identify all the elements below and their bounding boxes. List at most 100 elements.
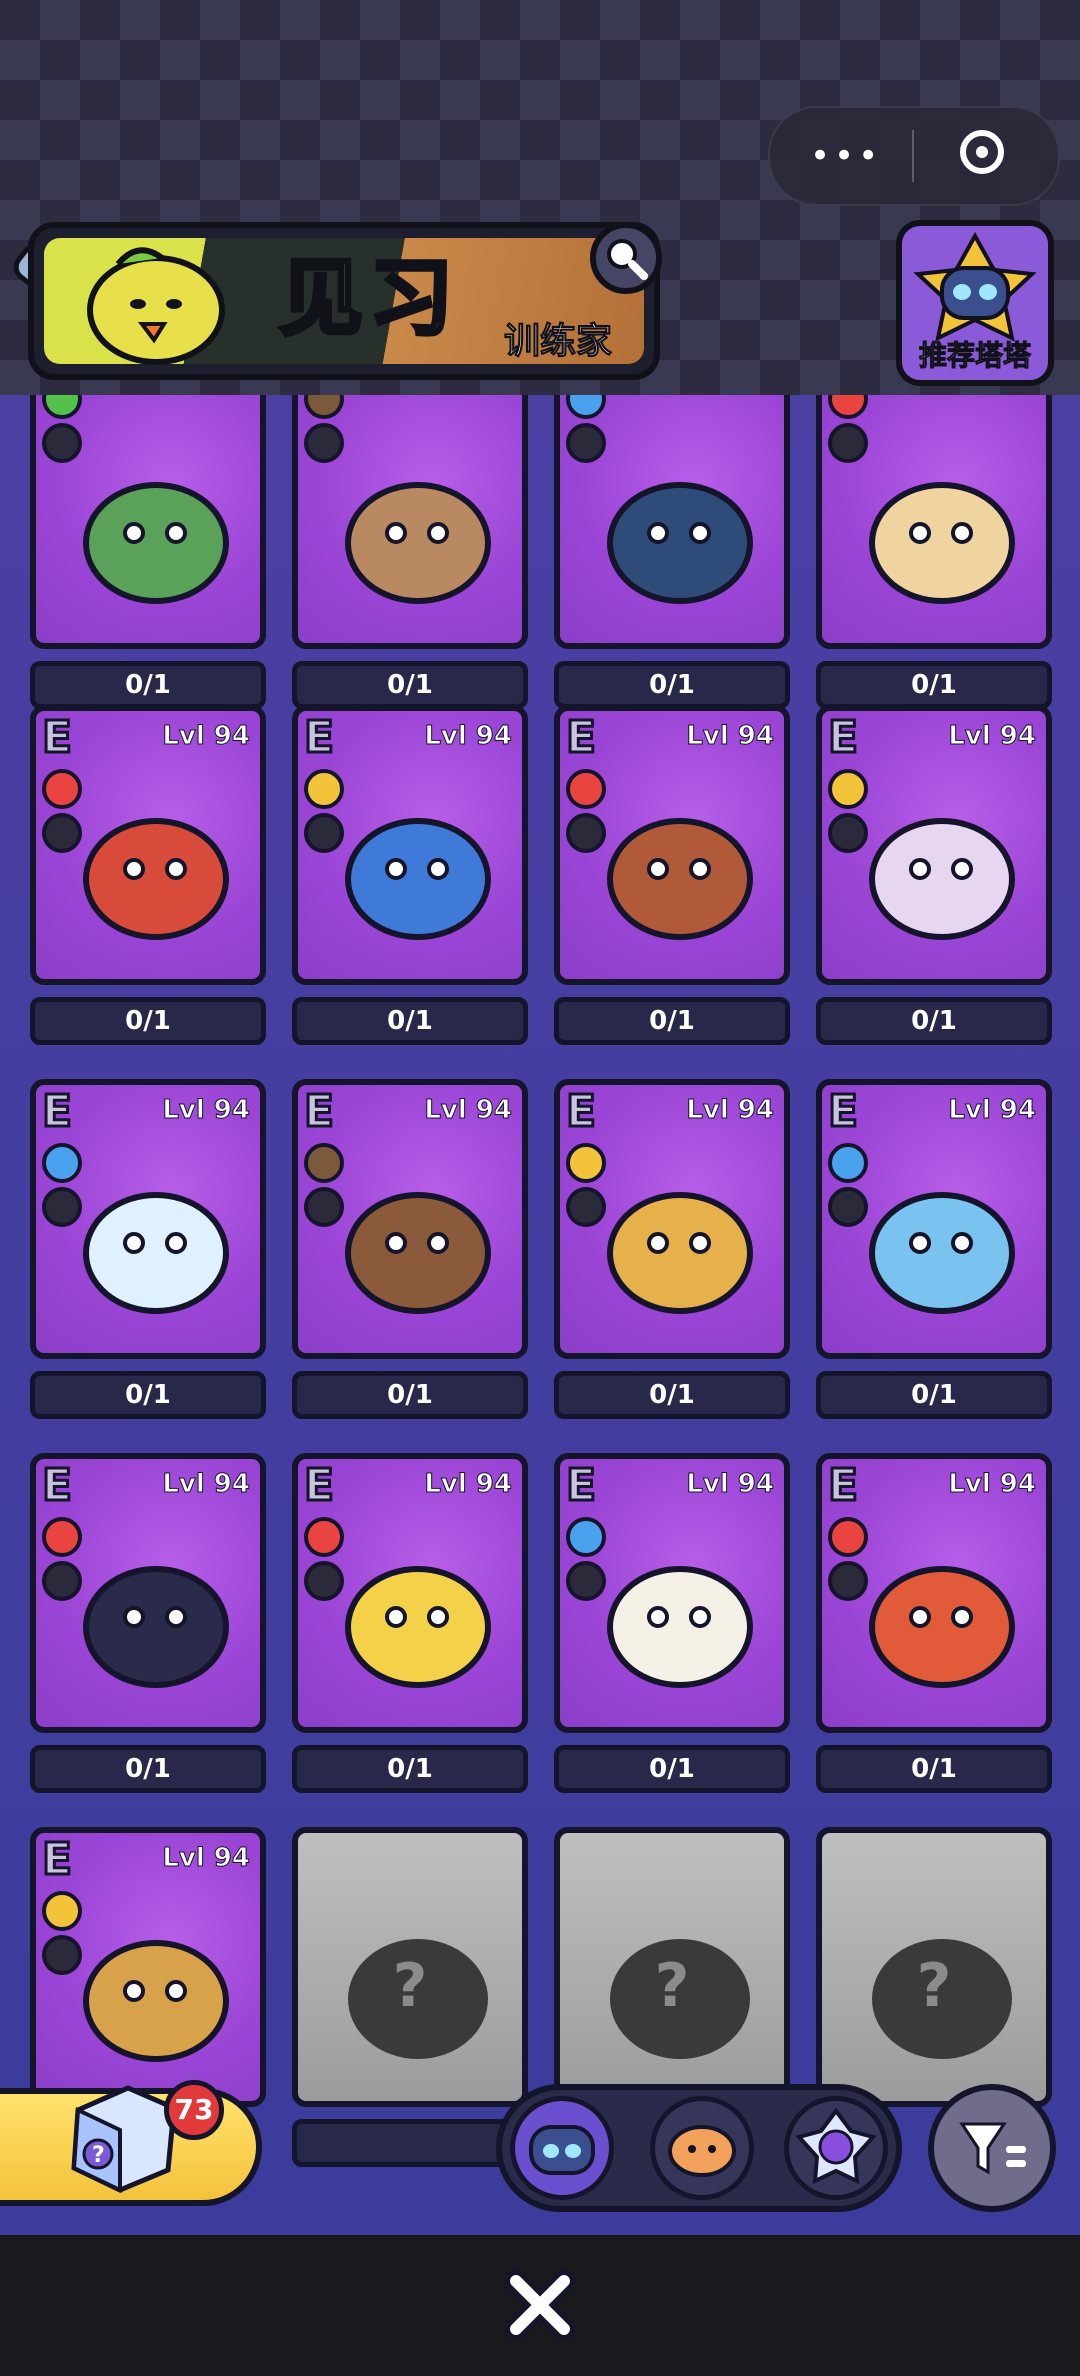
recommend-label: 推荐塔塔 — [918, 339, 1031, 373]
level-label: Lvl 94 — [424, 1469, 513, 1500]
level-label: Lvl 94 — [162, 1843, 251, 1874]
monster-portrait-icon — [345, 818, 491, 940]
search-button[interactable] — [590, 222, 662, 294]
level-label: Lvl 94 — [686, 721, 775, 752]
monster-card[interactable] — [816, 395, 1052, 649]
banner-subtitle: 训练家 — [503, 321, 613, 363]
monster-card[interactable]: E Lvl 94 — [292, 1453, 528, 1733]
monster-card[interactable]: E Lvl 94 — [30, 1827, 266, 2107]
monster-portrait-icon — [83, 1192, 229, 1314]
rarity-badge: E — [302, 711, 335, 764]
bread-icon — [668, 2125, 736, 2177]
monster-portrait-icon — [869, 1192, 1015, 1314]
level-label: Lvl 94 — [948, 1469, 1037, 1500]
monster-card[interactable] — [30, 395, 266, 649]
more-dots-icon[interactable]: ••• — [810, 139, 882, 173]
monster-portrait-icon — [83, 818, 229, 940]
svg-text:?: ? — [92, 2143, 105, 2168]
rarity-badge: E — [40, 711, 73, 764]
monster-card[interactable]: E Lvl 94 — [554, 1079, 790, 1359]
unknown-mark: ? — [392, 1951, 428, 2021]
owned-count: 0/1 — [292, 1371, 528, 1419]
mystery-box-icon[interactable]: ? — [58, 2070, 188, 2200]
monster-card[interactable]: E Lvl 94 — [554, 1453, 790, 1733]
level-label: Lvl 94 — [948, 721, 1037, 752]
owned-count: 0/1 — [554, 1371, 790, 1419]
tab-badges[interactable] — [784, 2096, 888, 2200]
grass-element-icon — [42, 395, 82, 419]
rarity-badge: E — [302, 1085, 335, 1138]
rarity-badge: E — [40, 1833, 73, 1886]
owned-count: 0/1 — [816, 1371, 1052, 1419]
monster-card[interactable] — [554, 395, 790, 649]
owned-count: 0/1 — [816, 661, 1052, 709]
monster-card[interactable]: E Lvl 94 — [292, 1079, 528, 1359]
unknown-mark: ? — [654, 1951, 690, 2021]
level-label: Lvl 94 — [424, 1095, 513, 1126]
owned-count: 0/1 — [816, 997, 1052, 1045]
monster-portrait-icon — [607, 1192, 753, 1314]
owned-count: 0/1 — [554, 997, 790, 1045]
close-icon[interactable] — [500, 2265, 580, 2345]
monster-portrait-icon — [345, 482, 491, 604]
monster-card[interactable]: E Lvl 94 — [816, 1079, 1052, 1359]
tata-star-icon — [913, 231, 1037, 342]
monster-portrait-icon — [83, 482, 229, 604]
filter-button[interactable] — [928, 2084, 1056, 2212]
owned-count: 0/1 — [292, 661, 528, 709]
gacha-count-badge: 73 — [164, 2080, 224, 2140]
level-label: Lvl 94 — [162, 721, 251, 752]
owned-count: 0/1 — [554, 661, 790, 709]
locked-monster-card[interactable]: ? — [554, 1827, 790, 2107]
monster-portrait-icon — [869, 818, 1015, 940]
rarity-badge: E — [302, 1459, 335, 1512]
monster-card[interactable]: E Lvl 94 — [292, 705, 528, 985]
locked-monster-card[interactable]: ? — [292, 1827, 528, 2107]
monster-card[interactable]: E Lvl 94 — [554, 705, 790, 985]
owned-count: 0/1 — [816, 1745, 1052, 1793]
rarity-badge: E — [826, 711, 859, 764]
owned-count: 0/1 — [292, 997, 528, 1045]
monster-portrait-icon — [607, 818, 753, 940]
monster-portrait-icon — [869, 482, 1015, 604]
rarity-badge: E — [564, 1459, 597, 1512]
rarity-badge: E — [826, 1459, 859, 1512]
monster-portrait-icon — [869, 1566, 1015, 1688]
locked-monster-card[interactable]: ? — [816, 1827, 1052, 2107]
level-label: Lvl 94 — [686, 1095, 775, 1126]
rarity-badge: E — [40, 1459, 73, 1512]
record-icon[interactable] — [960, 130, 1004, 174]
monster-card[interactable] — [292, 395, 528, 649]
crystal-icon — [795, 2107, 877, 2185]
monster-portrait-icon — [83, 1940, 229, 2062]
monster-card[interactable]: E Lvl 94 — [30, 1453, 266, 1733]
monster-grid: 0/1 0/1 0/1 0/1 E Lvl 94 0/1 E Lvl 94 0/1 E Lvl 94 0… — [0, 395, 1080, 2235]
tata-icon — [529, 2125, 595, 2175]
earth-element-icon — [304, 395, 344, 419]
monster-card[interactable]: E Lvl 94 — [816, 1453, 1052, 1733]
owned-count: 0/1 — [30, 1745, 266, 1793]
owned-count: 0/1 — [292, 1745, 528, 1793]
header: ••• 见习 训练家 推荐塔塔 — [0, 0, 1080, 395]
rarity-badge: E — [564, 1085, 597, 1138]
tab-pets[interactable] — [650, 2096, 754, 2200]
monster-portrait-icon — [607, 1566, 753, 1688]
monster-card[interactable]: E Lvl 94 — [30, 705, 266, 985]
recommend-tata-button[interactable]: 推荐塔塔 — [896, 220, 1054, 386]
search-icon — [607, 239, 648, 280]
monster-portrait-icon — [607, 482, 753, 604]
level-label: Lvl 94 — [424, 721, 513, 752]
tab-tata[interactable] — [510, 2096, 614, 2200]
monster-card[interactable]: E Lvl 94 — [30, 1079, 266, 1359]
monster-card[interactable]: E Lvl 94 — [816, 705, 1052, 985]
owned-count: 0/1 — [30, 997, 266, 1045]
filter-icon — [959, 2122, 1026, 2175]
banner-title: 见习 — [277, 247, 460, 349]
rarity-badge: E — [826, 1085, 859, 1138]
owned-count-bar — [292, 2119, 528, 2167]
level-label: Lvl 94 — [686, 1469, 775, 1500]
fire-element-icon — [828, 395, 868, 419]
owned-count: 0/1 — [554, 1745, 790, 1793]
water-element-icon — [566, 395, 606, 419]
monster-portrait-icon — [345, 1566, 491, 1688]
